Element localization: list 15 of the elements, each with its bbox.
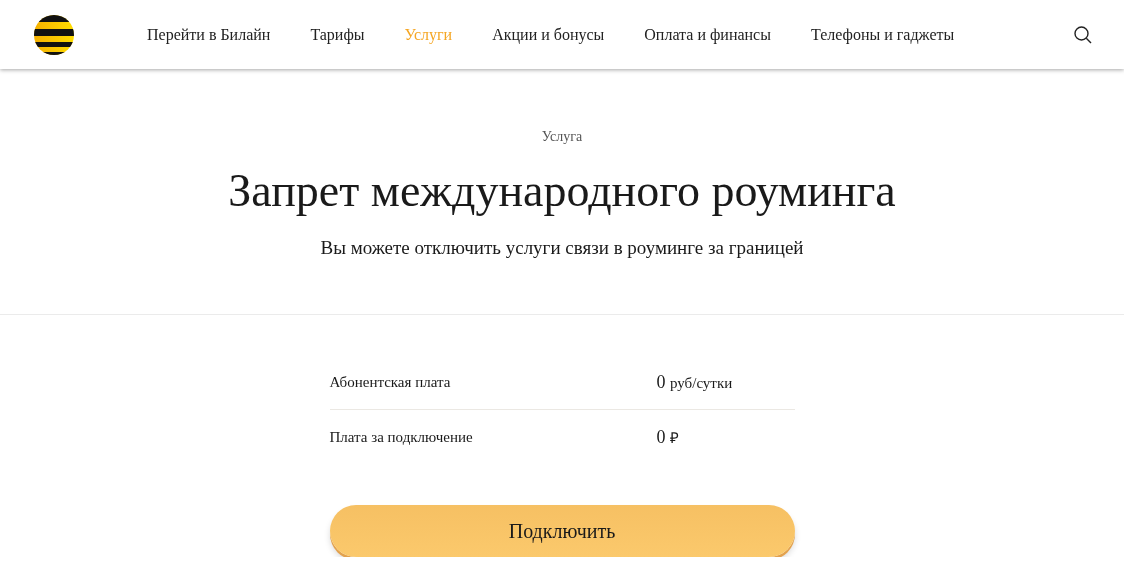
nav-link[interactable]: Перейти в Билайн xyxy=(147,25,271,44)
price-value: 0 руб/сутки xyxy=(656,371,733,393)
search-icon[interactable] xyxy=(1074,25,1092,44)
price-label: Плата за подключение xyxy=(329,428,474,446)
connect-button[interactable]: Подключить xyxy=(329,505,795,557)
nav-link[interactable]: Оплата и финансы xyxy=(644,25,771,44)
page-title: Запрет международного роуминга xyxy=(228,164,896,218)
category-label: Услуга xyxy=(541,129,583,145)
page-subtitle: Вы можете отключить услуги связи в роуминге за границей xyxy=(320,237,804,259)
price-label: Абонентская плата xyxy=(329,373,452,391)
logo-icon[interactable] xyxy=(34,14,74,55)
nav-link[interactable]: Тарифы xyxy=(310,25,365,44)
nav-link[interactable]: Акции и бонусы xyxy=(492,25,605,44)
price-value: 0 ₽ xyxy=(656,426,679,448)
nav-link[interactable]: Телефоны и гаджеты xyxy=(810,25,955,44)
